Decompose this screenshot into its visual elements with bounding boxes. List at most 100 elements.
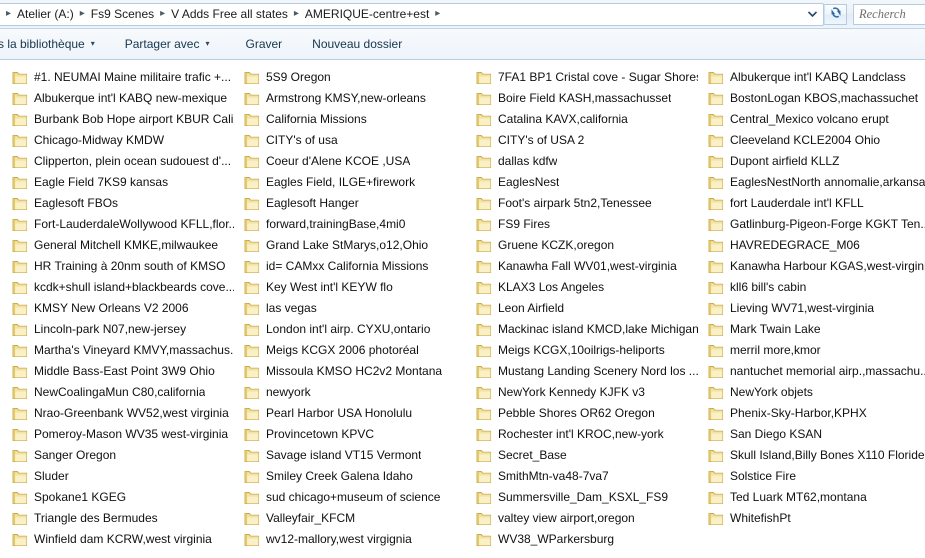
file-list-item[interactable]: Albukerque int'l KABQ Landclass	[698, 67, 925, 88]
file-list-item[interactable]: London int'l airp. CYXU,ontario	[234, 319, 466, 340]
file-list-item[interactable]: Cleeveland KCLE2004 Ohio	[698, 130, 925, 151]
file-list-item[interactable]: San Diego KSAN	[698, 424, 925, 445]
file-list-item[interactable]: merril more,kmor	[698, 340, 925, 361]
file-list-item[interactable]: Burbank Bob Hope airport KBUR Cali...	[2, 109, 234, 130]
file-list-item[interactable]: Grand Lake StMarys,o12,Ohio	[234, 235, 466, 256]
file-list[interactable]: #1. NEUMAI Maine militaire trafic +... Al…	[0, 61, 925, 558]
file-list-item[interactable]: Catalina KAVX,california	[466, 109, 698, 130]
file-list-item[interactable]: Eagles Field, ILGE+firework	[234, 172, 466, 193]
file-list-item[interactable]: Lieving WV71,west-virginia	[698, 298, 925, 319]
file-list-item[interactable]: Lincoln-park N07,new-jersey	[2, 319, 234, 340]
file-list-item[interactable]: Kanawha Harbour KGAS,west-virginia	[698, 256, 925, 277]
file-list-item[interactable]: CITY's of USA 2	[466, 130, 698, 151]
file-list-item[interactable]: NewYork Kennedy KJFK v3	[466, 382, 698, 403]
file-list-item[interactable]: Skull Island,Billy Bones X110 Floride	[698, 445, 925, 466]
file-list-item[interactable]: Pebble Shores OR62 Oregon	[466, 403, 698, 424]
file-list-item[interactable]: NewCoalingaMun C80,california	[2, 382, 234, 403]
file-list-item[interactable]: Ted Luark MT62,montana	[698, 487, 925, 508]
file-list-item[interactable]: Triangle des Bermudes	[2, 508, 234, 529]
file-list-item[interactable]: BostonLogan KBOS,machassuchet	[698, 88, 925, 109]
file-list-item[interactable]: HR Training à 20nm south of KMSO	[2, 256, 234, 277]
file-list-item[interactable]: Savage island VT15 Vermont	[234, 445, 466, 466]
organize-library-button[interactable]: s la bibliothèque ▾	[0, 33, 104, 55]
breadcrumb-item-1[interactable]: Fs9 Scenes	[89, 6, 156, 22]
file-list-item[interactable]: fort Lauderdale int'l KFLL	[698, 193, 925, 214]
chevron-down-icon[interactable]	[803, 4, 821, 25]
file-list-item[interactable]: California Missions	[234, 109, 466, 130]
file-list-item[interactable]: NewYork objets	[698, 382, 925, 403]
file-list-item[interactable]: Sanger Oregon	[2, 445, 234, 466]
file-list-item[interactable]: WhitefishPt	[698, 508, 925, 529]
file-list-item[interactable]: Dupont airfield KLLZ	[698, 151, 925, 172]
file-list-item[interactable]: Mark Twain Lake	[698, 319, 925, 340]
file-list-item[interactable]: EaglesNestNorth annomalie,arkansas	[698, 172, 925, 193]
file-list-item[interactable]: General Mitchell KMKE,milwaukee	[2, 235, 234, 256]
file-list-item[interactable]: Meigs KCGX,10oilrigs-heliports	[466, 340, 698, 361]
share-with-button[interactable]: Partager avec ▾	[116, 33, 219, 55]
breadcrumb-separator-4[interactable]: ▸	[431, 9, 444, 19]
file-list-item[interactable]: wv12-mallory,west virgignia	[234, 529, 466, 550]
file-list-item[interactable]: Mackinac island KMCD,lake Michigan	[466, 319, 698, 340]
breadcrumb-item-2[interactable]: V Adds Free all states	[169, 6, 290, 22]
file-list-item[interactable]: las vegas	[234, 298, 466, 319]
file-list-item[interactable]: Provincetown KPVC	[234, 424, 466, 445]
file-list-item[interactable]: Pomeroy-Mason WV35 west-virginia	[2, 424, 234, 445]
search-input-placeholder[interactable]: Recherch	[854, 7, 906, 22]
file-list-item[interactable]: KLAX3 Los Angeles	[466, 277, 698, 298]
file-list-item[interactable]: Gruene KCZK,oregon	[466, 235, 698, 256]
file-list-item[interactable]: 7FA1 BP1 Cristal cove - Sugar Shores	[466, 67, 698, 88]
file-list-item[interactable]: Winfield dam KCRW,west virginia	[2, 529, 234, 550]
file-list-item[interactable]: 5S9 Oregon	[234, 67, 466, 88]
file-list-item[interactable]: Solstice Fire	[698, 466, 925, 487]
file-list-item[interactable]: newyork	[234, 382, 466, 403]
file-list-item[interactable]: Spokane1 KGEG	[2, 487, 234, 508]
breadcrumb-separator-1[interactable]: ▸	[76, 9, 89, 19]
file-list-item[interactable]: Armstrong KMSY,new-orleans	[234, 88, 466, 109]
file-list-item[interactable]: dallas kdfw	[466, 151, 698, 172]
file-list-item[interactable]: Foot's airpark 5tn2,Tenessee	[466, 193, 698, 214]
breadcrumb-separator-2[interactable]: ▸	[156, 9, 169, 19]
breadcrumb-separator-0[interactable]: ▸	[2, 9, 15, 19]
file-list-item[interactable]: KMSY New Orleans V2 2006	[2, 298, 234, 319]
file-list-item[interactable]: Key West int'l KEYW flo	[234, 277, 466, 298]
file-list-item[interactable]: Sluder	[2, 466, 234, 487]
file-list-item[interactable]: Meigs KCGX 2006 photoréal	[234, 340, 466, 361]
refresh-button[interactable]	[824, 3, 847, 25]
search-box[interactable]: Recherch	[853, 3, 925, 25]
file-list-item[interactable]: Rochester int'l KROC,new-york	[466, 424, 698, 445]
file-list-item[interactable]: Chicago-Midway KMDW	[2, 130, 234, 151]
file-list-item[interactable]: nantuchet memorial airp.,massachu...	[698, 361, 925, 382]
file-list-item[interactable]: Fort-LauderdaleWollywood KFLL,flor...	[2, 214, 234, 235]
file-list-item[interactable]: WV38_WParkersburg	[466, 529, 698, 550]
file-list-item[interactable]: #1. NEUMAI Maine militaire trafic +...	[2, 67, 234, 88]
breadcrumb-separator-3[interactable]: ▸	[290, 9, 303, 19]
file-list-item[interactable]: Pearl Harbor USA Honolulu	[234, 403, 466, 424]
file-list-item[interactable]: Middle Bass-East Point 3W9 Ohio	[2, 361, 234, 382]
file-list-item[interactable]: Central_Mexico volcano erupt	[698, 109, 925, 130]
file-list-item[interactable]: Nrao-Greenbank WV52,west virginia	[2, 403, 234, 424]
file-list-item[interactable]: Albukerque int'l KABQ new-mexique	[2, 88, 234, 109]
file-list-item[interactable]: Summersville_Dam_KSXL_FS9	[466, 487, 698, 508]
file-list-item[interactable]: kll6 bill's cabin	[698, 277, 925, 298]
burn-button[interactable]: Graver	[236, 33, 291, 55]
file-list-item[interactable]: Clipperton, plein ocean sudouest d'...	[2, 151, 234, 172]
new-folder-button[interactable]: Nouveau dossier	[303, 33, 411, 55]
file-list-item[interactable]: kcdk+shull island+blackbeards cove...	[2, 277, 234, 298]
file-list-item[interactable]: Eaglesoft FBOs	[2, 193, 234, 214]
file-list-item[interactable]: forward,trainingBase,4mi0	[234, 214, 466, 235]
file-list-item[interactable]: Phenix-Sky-Harbor,KPHX	[698, 403, 925, 424]
file-list-item[interactable]: id= CAMxx California Missions	[234, 256, 466, 277]
file-list-item[interactable]: FS9 Fires	[466, 214, 698, 235]
file-list-item[interactable]: Missoula KMSO HC2v2 Montana	[234, 361, 466, 382]
breadcrumb-item-3[interactable]: AMERIQUE-centre+est	[303, 6, 431, 22]
breadcrumb-item-0[interactable]: Atelier (A:)	[15, 6, 76, 22]
file-list-item[interactable]: Eagle Field 7KS9 kansas	[2, 172, 234, 193]
file-list-item[interactable]: Gatlinburg-Pigeon-Forge KGKT Ten...	[698, 214, 925, 235]
file-list-item[interactable]: Kanawha Fall WV01,west-virginia	[466, 256, 698, 277]
file-list-item[interactable]: SmithMtn-va48-7va7	[466, 466, 698, 487]
file-list-item[interactable]: valtey view airport,oregon	[466, 508, 698, 529]
file-list-item[interactable]: Smiley Creek Galena Idaho	[234, 466, 466, 487]
file-list-item[interactable]: Eaglesoft Hanger	[234, 193, 466, 214]
file-list-item[interactable]: HAVREDEGRACE_M06	[698, 235, 925, 256]
breadcrumb[interactable]: ▸ Atelier (A:) ▸ Fs9 Scenes ▸ V Adds Fre…	[0, 2, 824, 26]
